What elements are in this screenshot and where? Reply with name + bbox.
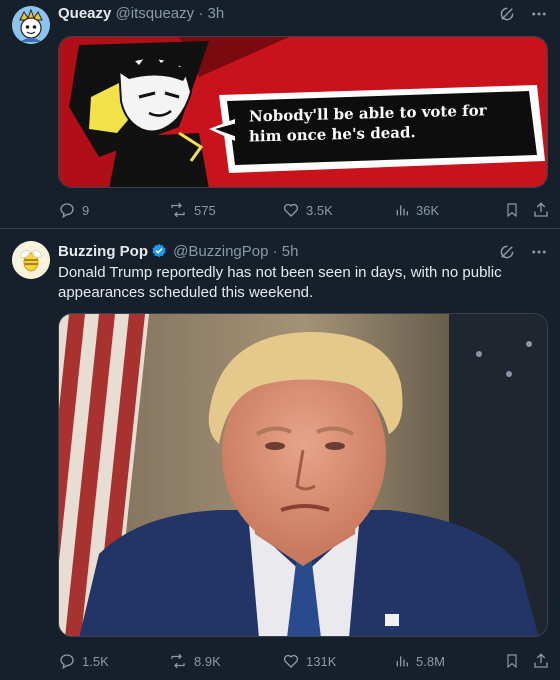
bookmark-icon	[507, 203, 517, 218]
tweet-text: Donald Trump reportedly has not been see…	[58, 264, 502, 301]
tweet-action-bar: 1.5K 8.9K 131K 5.8M	[58, 651, 552, 671]
views-icon	[396, 656, 408, 667]
reply-count: 9	[82, 202, 90, 218]
tweet-header: Buzzing Pop @BuzzingPop · 5h	[58, 242, 298, 262]
tweet-media-image[interactable]	[58, 313, 548, 637]
repost-count: 8.9K	[194, 653, 221, 669]
handle[interactable]: @BuzzingPop	[173, 243, 268, 260]
avatar[interactable]	[12, 241, 50, 279]
persona-dialog-image: Nobody'll be able to vote for him once h…	[59, 37, 547, 187]
display-name[interactable]: Queazy	[58, 5, 111, 22]
bookmark-button[interactable]	[504, 651, 520, 671]
tweet-action-bar: 9 575 3.5K 36K	[58, 200, 552, 220]
share-button[interactable]	[532, 651, 550, 671]
like-icon	[283, 203, 299, 217]
views-button[interactable]: 5.8M	[394, 651, 445, 671]
repost-count: 575	[194, 202, 216, 218]
like-button[interactable]: 131K	[282, 651, 336, 671]
tweet-top-actions	[498, 4, 548, 24]
more-icon[interactable]	[530, 243, 548, 261]
views-icon	[396, 205, 408, 216]
timestamp[interactable]: 3h	[207, 5, 224, 22]
separator-dot: ·	[198, 5, 204, 22]
tweet-top-actions	[498, 242, 548, 262]
verified-badge-icon	[152, 244, 166, 258]
share-icon	[534, 202, 548, 217]
share-icon	[534, 653, 548, 668]
tweet-queazy[interactable]: Queazy @itsqueazy · 3h Nobody'll be able…	[0, 0, 560, 229]
tweet-media-image[interactable]: Nobody'll be able to vote for him once h…	[58, 36, 548, 188]
repost-icon	[171, 202, 185, 218]
bookmark-icon	[507, 654, 517, 669]
like-count: 131K	[306, 653, 337, 669]
handle[interactable]: @itsqueazy	[116, 5, 195, 22]
tweet-buzzingpop[interactable]: Buzzing Pop @BuzzingPop · 5h Donald Trum…	[0, 229, 560, 680]
bookmark-button[interactable]	[504, 200, 520, 220]
display-name[interactable]: Buzzing Pop	[58, 243, 148, 260]
timestamp[interactable]: 5h	[282, 243, 299, 260]
reply-icon	[60, 203, 74, 219]
separator-dot: ·	[272, 243, 278, 260]
like-count: 3.5K	[306, 202, 333, 218]
avatar-cartoon-icon	[12, 6, 50, 44]
view-count: 36K	[416, 202, 440, 218]
more-icon[interactable]	[530, 5, 548, 23]
grok-icon[interactable]	[498, 243, 516, 261]
avatar[interactable]	[12, 6, 50, 44]
reply-icon	[60, 654, 74, 670]
view-count: 5.8M	[416, 653, 445, 669]
reply-button[interactable]: 9	[58, 200, 89, 220]
press-photo-image	[59, 314, 547, 636]
reply-count: 1.5K	[82, 653, 109, 669]
tweet-header: Queazy @itsqueazy · 3h	[58, 4, 224, 24]
buzzing-pop-logo-icon	[12, 241, 50, 279]
repost-icon	[171, 653, 185, 669]
repost-button[interactable]: 8.9K	[168, 651, 221, 671]
like-icon	[283, 654, 299, 668]
image-dialog-text: Nobody'll be able to vote for him once h…	[249, 103, 487, 146]
grok-icon[interactable]	[498, 5, 516, 23]
share-button[interactable]	[532, 200, 550, 220]
reply-button[interactable]: 1.5K	[58, 651, 109, 671]
repost-button[interactable]: 575	[168, 200, 216, 220]
views-button[interactable]: 36K	[394, 200, 439, 220]
like-button[interactable]: 3.5K	[282, 200, 333, 220]
